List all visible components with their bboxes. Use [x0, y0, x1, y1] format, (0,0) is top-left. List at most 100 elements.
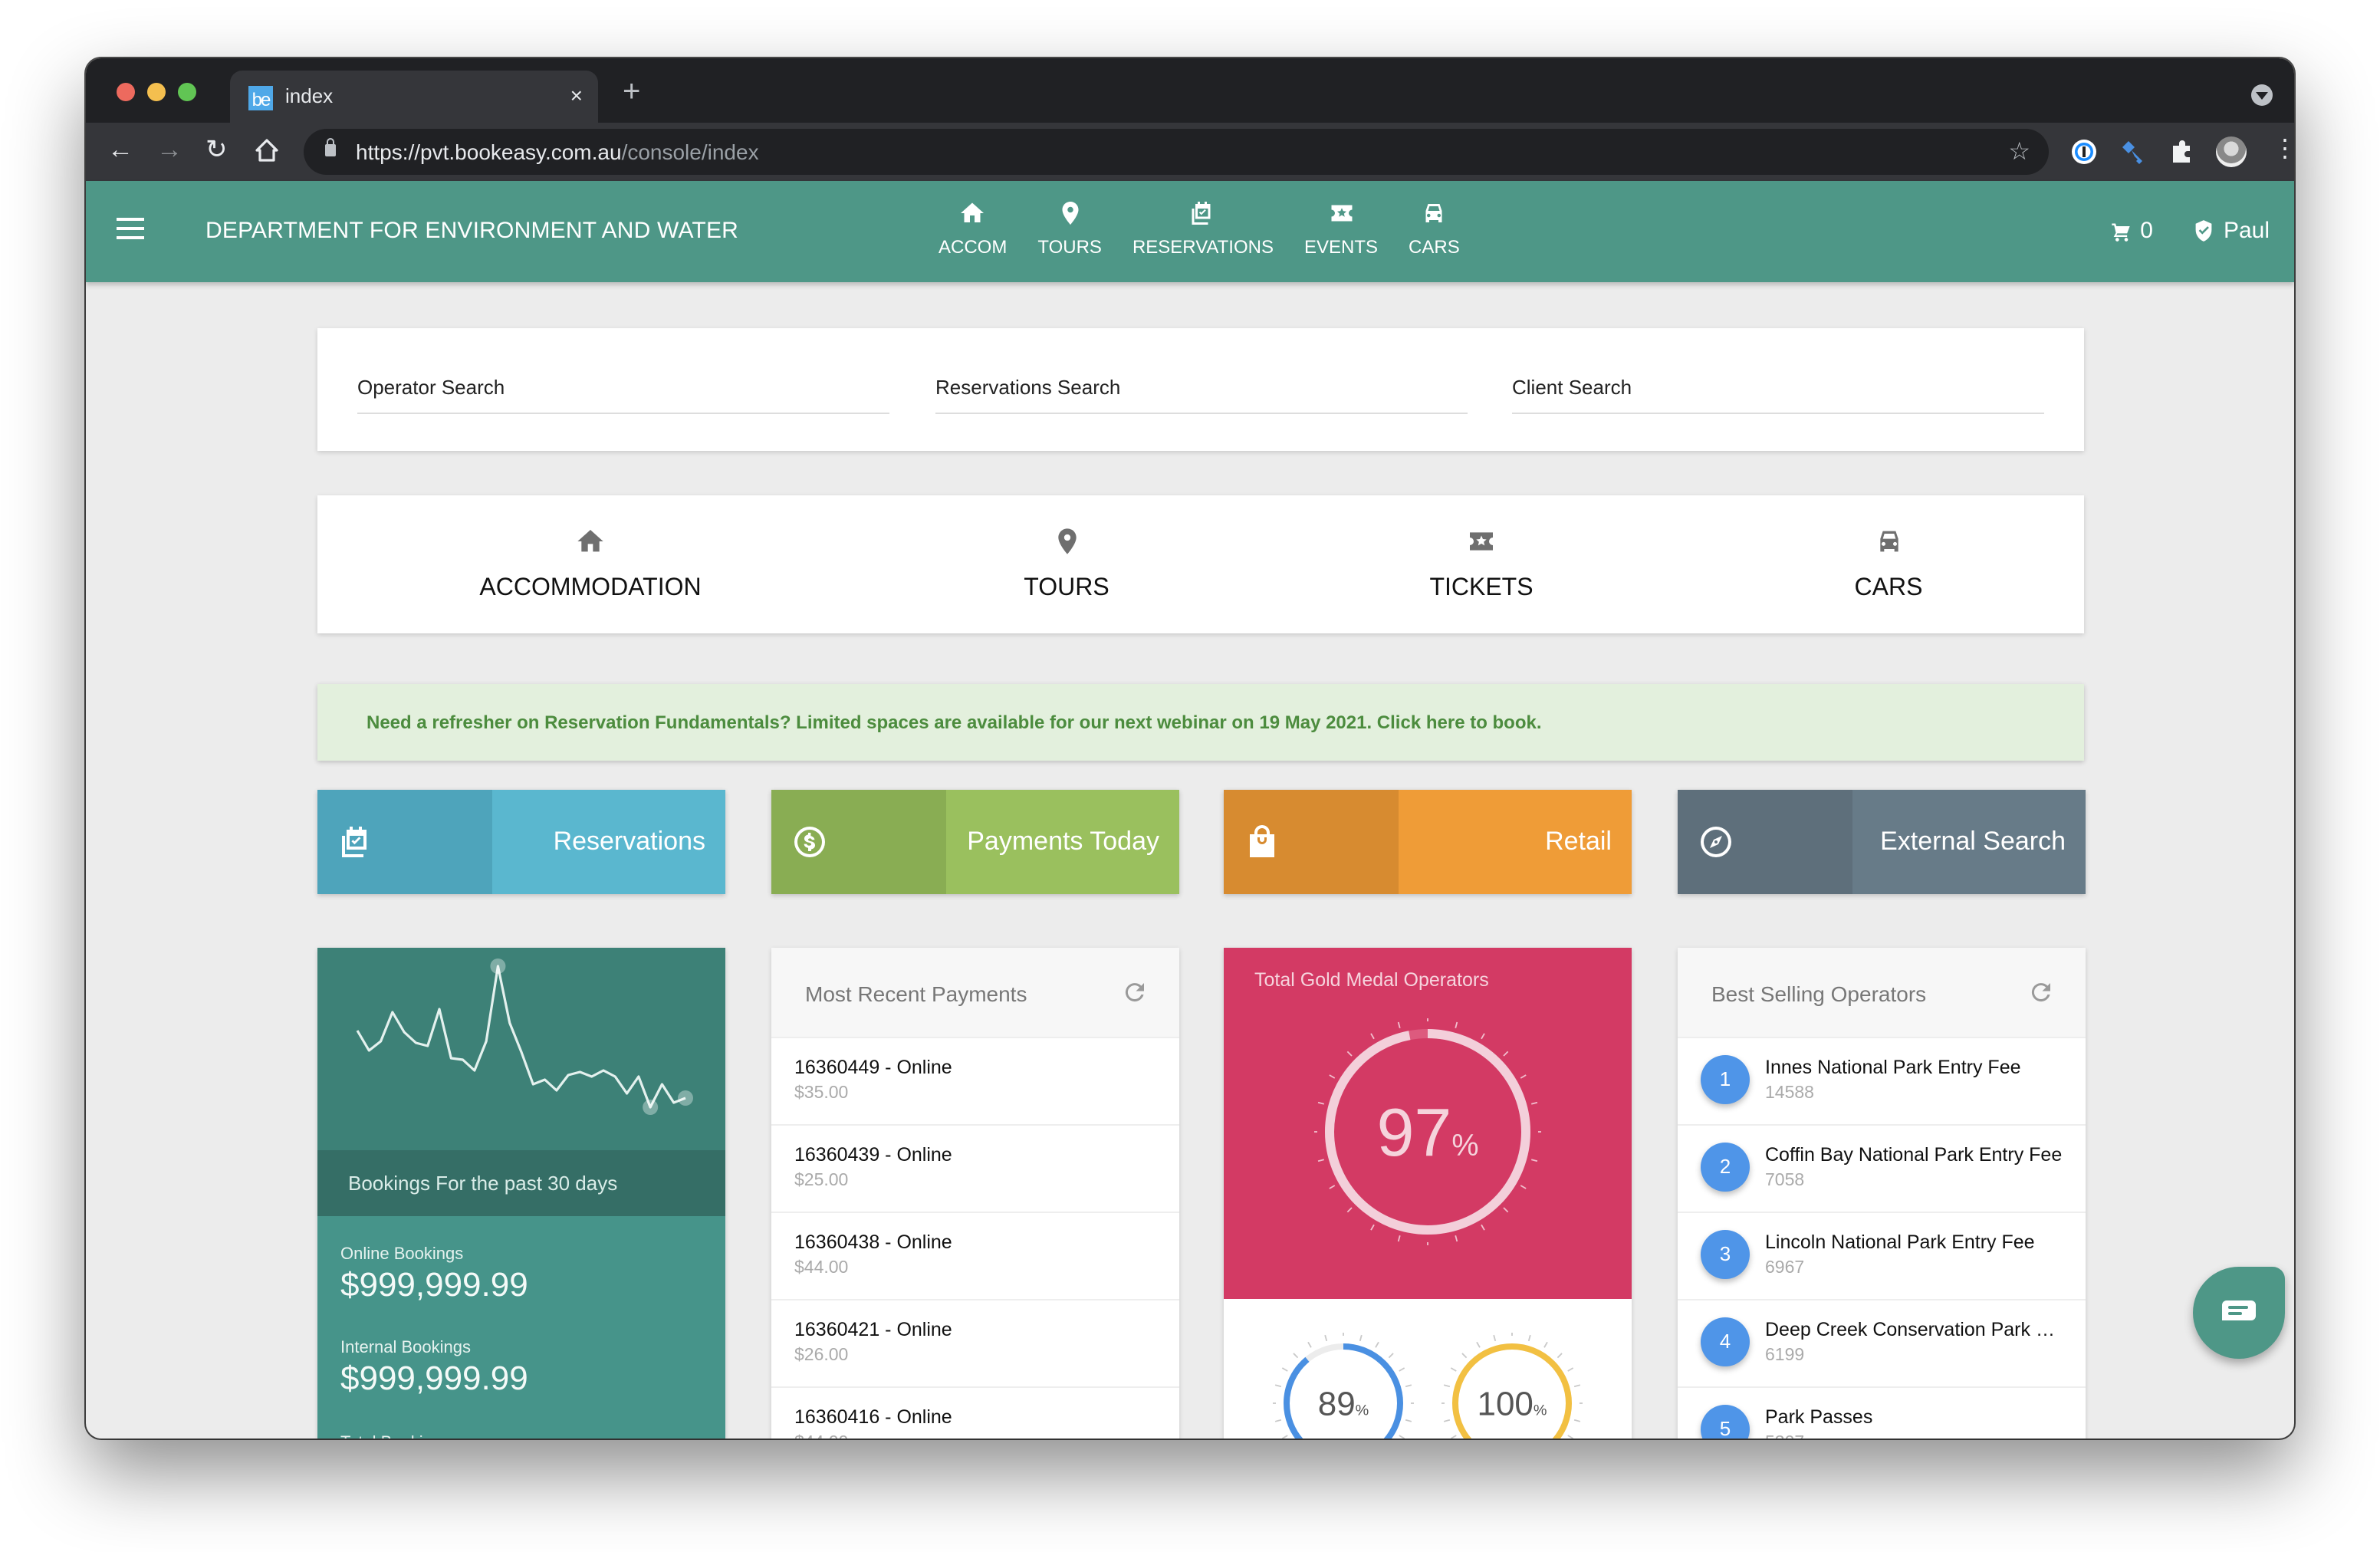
gauge-tick: [1370, 1224, 1375, 1231]
gauge-tick: [1397, 1235, 1401, 1242]
cart-count[interactable]: 0: [2140, 218, 2153, 244]
user-menu[interactable]: Paul: [2224, 218, 2270, 244]
gauge-100: 100%: [1441, 1333, 1583, 1439]
tile-icon-area: [317, 790, 492, 894]
gauge-tick: [1317, 1159, 1325, 1162]
category-cars[interactable]: CARS: [1693, 495, 2084, 633]
operator-row[interactable]: 3 Lincoln National Park Entry Fee 6967: [1678, 1213, 2086, 1300]
stat-label: Internal Bookings: [340, 1339, 471, 1357]
bookings-caption: Bookings For the past 30 days: [317, 1150, 725, 1216]
close-window-button[interactable]: [117, 83, 135, 101]
chat-icon: [2222, 1300, 2256, 1320]
hamburger-menu-icon[interactable]: [117, 218, 144, 239]
client-search-field[interactable]: [1512, 374, 2044, 414]
tile-icon-area: [771, 790, 946, 894]
reload-icon[interactable]: ↻: [205, 135, 228, 166]
compass-icon: [1701, 827, 1731, 857]
payment-row[interactable]: 16360439 - Online $25.00: [771, 1126, 1179, 1213]
payment-ref: 16360421 - Online: [794, 1319, 952, 1340]
nav-events[interactable]: EVENTS: [1289, 199, 1393, 258]
category-label: ACCOMMODATION: [479, 575, 702, 601]
gauge-tick: [1281, 1367, 1288, 1372]
tile-icon-area: [1678, 790, 1852, 894]
widget-title: Total Gold Medal Operators: [1254, 969, 1489, 991]
tab-search-icon[interactable]: [2251, 84, 2273, 106]
payment-row[interactable]: 16360438 - Online $44.00: [771, 1213, 1179, 1300]
payment-row[interactable]: 16360449 - Online $35.00: [771, 1038, 1179, 1126]
operator-name: Park Passes: [1765, 1406, 1873, 1428]
1password-icon[interactable]: [2069, 136, 2099, 167]
home-icon[interactable]: [255, 135, 279, 170]
payment-ref: 16360416 - Online: [794, 1406, 952, 1428]
payment-ref: 16360438 - Online: [794, 1231, 952, 1253]
gold-medal-header: Total Gold Medal Operators 97%: [1224, 948, 1632, 1299]
nav-label: TOURS: [1037, 236, 1102, 258]
operator-row[interactable]: 2 Coffin Bay National Park Entry Fee 7058: [1678, 1126, 2086, 1213]
webinar-banner[interactable]: Need a refresher on Reservation Fundamen…: [317, 684, 2084, 761]
tile-external-search[interactable]: External Search: [1678, 790, 2086, 894]
gauge-tick: [1346, 1207, 1353, 1213]
client-search-input[interactable]: [1512, 376, 2044, 399]
url-host: https://pvt.bookeasy.com.au: [356, 140, 622, 164]
address-bar[interactable]: https://pvt.bookeasy.com.au/console/inde…: [304, 129, 2049, 175]
browser-tab[interactable]: be index ×: [230, 71, 598, 123]
nav-cars[interactable]: CARS: [1393, 199, 1475, 258]
operator-name: Lincoln National Park Entry Fee: [1765, 1231, 2035, 1253]
tile-payments-today[interactable]: Payments Today: [771, 790, 1179, 894]
payment-amount: $26.00: [794, 1346, 849, 1365]
category-tours[interactable]: TOURS: [863, 495, 1270, 633]
nav-tours[interactable]: TOURS: [1022, 199, 1117, 258]
puzzle-extensions-icon[interactable]: [2167, 136, 2198, 167]
operator-search-field[interactable]: [357, 374, 889, 414]
tile-reservations[interactable]: Reservations: [317, 790, 725, 894]
operator-row[interactable]: 5 Park Passes 5307: [1678, 1388, 2086, 1439]
chat-button[interactable]: [2193, 1267, 2285, 1359]
category-accommodation[interactable]: ACCOMMODATION: [317, 495, 863, 633]
reservations-search-field[interactable]: [935, 374, 1468, 414]
reservations-search-input[interactable]: [935, 376, 1468, 399]
bookmark-star-icon[interactable]: ☆: [2008, 136, 2030, 167]
tile-label: Payments Today: [967, 827, 1159, 856]
gauge-tick: [1530, 1159, 1538, 1162]
gauge-tick: [1317, 1101, 1325, 1105]
url-path: /console/index: [621, 140, 759, 164]
gauge-tick: [1455, 1235, 1458, 1242]
browser-toolbar: ← → ↻ https://pvt.bookeasy.com.au/consol…: [86, 123, 2294, 181]
gauge-tick: [1375, 1341, 1379, 1348]
map-pin-icon: [1057, 528, 1076, 554]
operator-search-input[interactable]: [357, 376, 889, 399]
app-header: DEPARTMENT FOR ENVIRONMENT AND WATER ACC…: [86, 181, 2294, 282]
operator-count: 7058: [1765, 1172, 1805, 1190]
nav-accom[interactable]: ACCOM: [923, 199, 1022, 258]
forward-icon[interactable]: →: [156, 135, 182, 166]
tile-icon-area: [1224, 790, 1399, 894]
new-tab-button[interactable]: +: [623, 77, 640, 107]
minimize-window-button[interactable]: [147, 83, 166, 101]
operator-name: Deep Creek Conservation Park Entry Fee: [1765, 1319, 2064, 1340]
operator-row[interactable]: 4 Deep Creek Conservation Park Entry Fee 6…: [1678, 1300, 2086, 1388]
banner-text[interactable]: Need a refresher on Reservation Fundamen…: [367, 712, 1542, 733]
top-nav: ACCOM TOURS RESERVATIONS EVENTS CARS: [923, 199, 1475, 258]
refresh-icon[interactable]: [2027, 978, 2055, 1006]
nav-reservations[interactable]: RESERVATIONS: [1117, 199, 1289, 258]
close-tab-icon[interactable]: ×: [570, 83, 583, 107]
kebab-menu-icon[interactable]: ⋮: [2273, 135, 2294, 166]
gauge-tick: [1503, 1207, 1509, 1213]
operator-row[interactable]: 1 Innes National Park Entry Fee 14588: [1678, 1038, 2086, 1126]
refresh-icon[interactable]: [1121, 978, 1149, 1006]
profile-avatar[interactable]: [2216, 136, 2247, 167]
back-icon[interactable]: ←: [107, 135, 133, 166]
rank-badge: 2: [1701, 1143, 1750, 1192]
ticket-icon: [1330, 205, 1352, 222]
maximize-window-button[interactable]: [178, 83, 196, 101]
key-icon[interactable]: [2118, 136, 2148, 167]
gauge-tick: [1443, 1419, 1451, 1422]
category-tickets[interactable]: TICKETS: [1270, 495, 1693, 633]
gauge-tick: [1274, 1384, 1282, 1388]
payment-amount: $25.00: [794, 1172, 849, 1190]
payment-row[interactable]: 16360421 - Online $26.00: [771, 1300, 1179, 1388]
payment-ref: 16360439 - Online: [794, 1144, 952, 1166]
tile-retail[interactable]: Retail: [1224, 790, 1632, 894]
cart-icon[interactable]: [2109, 220, 2131, 242]
payment-row[interactable]: 16360416 - Online $44.00: [771, 1388, 1179, 1439]
